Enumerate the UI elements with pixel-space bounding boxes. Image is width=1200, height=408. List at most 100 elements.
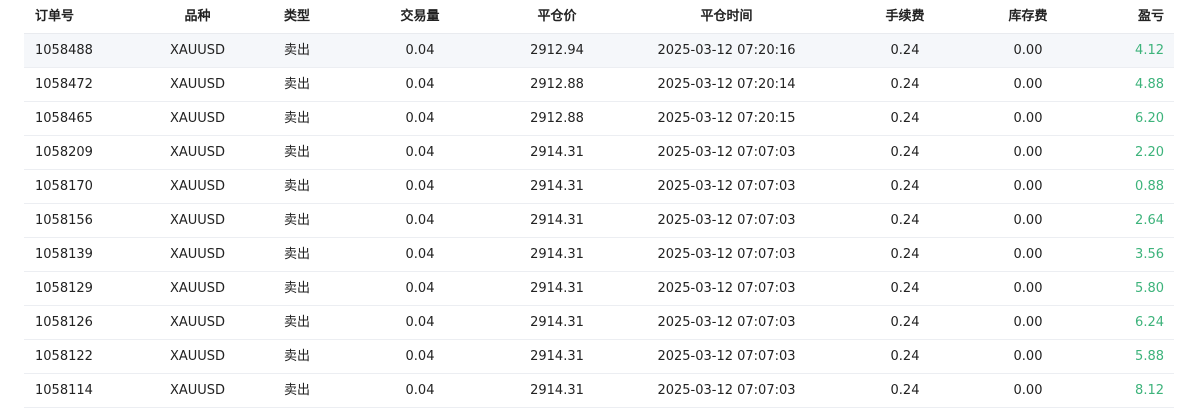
cell-close-price: 2914.31 [530,247,584,262]
cell-symbol: XAUUSD [169,77,226,92]
cell-swap: 0.00 [1013,145,1043,160]
cell-close-time: 2025-03-12 07:07:03 [657,247,796,262]
cell-fee: 0.24 [890,179,920,194]
cell-profit-loss: 4.88 [1135,77,1164,92]
cell-swap: 0.00 [1013,179,1043,194]
cell-close-time: 2025-03-12 07:07:03 [657,179,796,194]
cell-close-time: 2025-03-12 07:07:03 [657,383,796,398]
cell-trade-type: 卖出 [283,383,310,398]
cell-close-price: 2912.88 [530,111,584,126]
header-symbol[interactable]: 品种 [160,0,235,33]
table-row[interactable]: 1058465 XAUUSD 卖出 0.04 2912.88 2025-03-12 07:… [24,102,1174,136]
cell-order-id: 1058465 [35,111,93,126]
cell-symbol: XAUUSD [169,281,226,296]
cell-volume: 0.04 [405,349,435,364]
cell-profit-loss: 3.56 [1135,247,1164,262]
cell-volume: 0.04 [405,383,435,398]
cell-order-id: 1058129 [35,281,93,296]
cell-close-time: 2025-03-12 07:20:16 [657,43,796,58]
cell-volume: 0.04 [405,111,435,126]
closed-orders-table: 订单号 品种 类型 交易量 平仓价 平仓时间 手续费 库存费 盈亏 105848… [24,0,1174,408]
cell-trade-type: 卖出 [283,315,310,330]
cell-symbol: XAUUSD [169,111,226,126]
cell-symbol: XAUUSD [169,213,226,228]
header-swap[interactable]: 库存费 [998,0,1058,33]
header-pl[interactable]: 盈亏 [1138,0,1164,33]
cell-volume: 0.04 [405,213,435,228]
cell-volume: 0.04 [405,281,435,296]
cell-symbol: XAUUSD [169,349,226,364]
cell-order-id: 1058472 [35,77,93,92]
cell-trade-type: 卖出 [283,43,310,58]
cell-fee: 0.24 [890,77,920,92]
cell-close-time: 2025-03-12 07:07:03 [657,145,796,160]
cell-fee: 0.24 [890,247,920,262]
cell-fee: 0.24 [890,145,920,160]
cell-order-id: 1058126 [35,315,93,330]
table-row[interactable]: 1058209 XAUUSD 卖出 0.04 2914.31 2025-03-12 07:… [24,136,1174,170]
cell-close-time: 2025-03-12 07:07:03 [657,315,796,330]
cell-fee: 0.24 [890,315,920,330]
table-row[interactable]: 1058472 XAUUSD 卖出 0.04 2912.88 2025-03-12 07:… [24,68,1174,102]
cell-close-time: 2025-03-12 07:07:03 [657,281,796,296]
cell-trade-type: 卖出 [283,179,310,194]
cell-close-time: 2025-03-12 07:07:03 [657,349,796,364]
cell-symbol: XAUUSD [169,179,226,194]
table-body: 1058488 XAUUSD 卖出 0.04 2912.94 2025-03-12 07:… [24,34,1174,408]
cell-profit-loss: 4.12 [1135,43,1164,58]
table-row[interactable]: 1058126 XAUUSD 卖出 0.04 2914.31 2025-03-12 07:… [24,306,1174,340]
cell-swap: 0.00 [1013,43,1043,58]
cell-order-id: 1058170 [35,179,93,194]
cell-profit-loss: 5.88 [1135,349,1164,364]
header-volume[interactable]: 交易量 [384,0,456,33]
cell-volume: 0.04 [405,77,435,92]
cell-order-id: 1058209 [35,145,93,160]
cell-volume: 0.04 [405,145,435,160]
cell-close-time: 2025-03-12 07:20:14 [657,77,796,92]
cell-profit-loss: 8.12 [1135,383,1164,398]
header-fee[interactable]: 手续费 [875,0,935,33]
cell-trade-type: 卖出 [283,145,310,160]
cell-close-time: 2025-03-12 07:20:15 [657,111,796,126]
header-close-time[interactable]: 平仓时间 [644,0,809,33]
table-header: 订单号 品种 类型 交易量 平仓价 平仓时间 手续费 库存费 盈亏 [24,0,1174,34]
cell-fee: 0.24 [890,43,920,58]
table-row[interactable]: 1058156 XAUUSD 卖出 0.04 2914.31 2025-03-12 07:… [24,204,1174,238]
cell-profit-loss: 6.24 [1135,315,1164,330]
cell-volume: 0.04 [405,247,435,262]
cell-close-price: 2914.31 [530,145,584,160]
cell-volume: 0.04 [405,315,435,330]
cell-swap: 0.00 [1013,383,1043,398]
cell-symbol: XAUUSD [169,315,226,330]
cell-swap: 0.00 [1013,315,1043,330]
cell-order-id: 1058139 [35,247,93,262]
cell-volume: 0.04 [405,179,435,194]
cell-volume: 0.04 [405,43,435,58]
cell-close-price: 2914.31 [530,213,584,228]
cell-trade-type: 卖出 [283,247,310,262]
header-order[interactable]: 订单号 [35,0,74,33]
cell-close-price: 2914.31 [530,179,584,194]
cell-fee: 0.24 [890,383,920,398]
cell-fee: 0.24 [890,111,920,126]
cell-order-id: 1058156 [35,213,93,228]
cell-close-price: 2912.94 [530,43,584,58]
cell-close-price: 2914.31 [530,349,584,364]
cell-swap: 0.00 [1013,213,1043,228]
table-row[interactable]: 1058122 XAUUSD 卖出 0.04 2914.31 2025-03-12 07:… [24,340,1174,374]
cell-trade-type: 卖出 [283,281,310,296]
header-close-price[interactable]: 平仓价 [522,0,592,33]
table-row[interactable]: 1058139 XAUUSD 卖出 0.04 2914.31 2025-03-12 07:… [24,238,1174,272]
cell-order-id: 1058114 [35,383,93,398]
table-row[interactable]: 1058488 XAUUSD 卖出 0.04 2912.94 2025-03-12 07:… [24,34,1174,68]
table-row[interactable]: 1058170 XAUUSD 卖出 0.04 2914.31 2025-03-12 07:… [24,170,1174,204]
cell-symbol: XAUUSD [169,145,226,160]
header-type[interactable]: 类型 [277,0,317,33]
cell-swap: 0.00 [1013,247,1043,262]
cell-order-id: 1058122 [35,349,93,364]
cell-profit-loss: 5.80 [1135,281,1164,296]
cell-close-price: 2914.31 [530,315,584,330]
table-row[interactable]: 1058114 XAUUSD 卖出 0.04 2914.31 2025-03-12 07:… [24,374,1174,408]
cell-profit-loss: 2.20 [1135,145,1164,160]
table-row[interactable]: 1058129 XAUUSD 卖出 0.04 2914.31 2025-03-12 07:… [24,272,1174,306]
